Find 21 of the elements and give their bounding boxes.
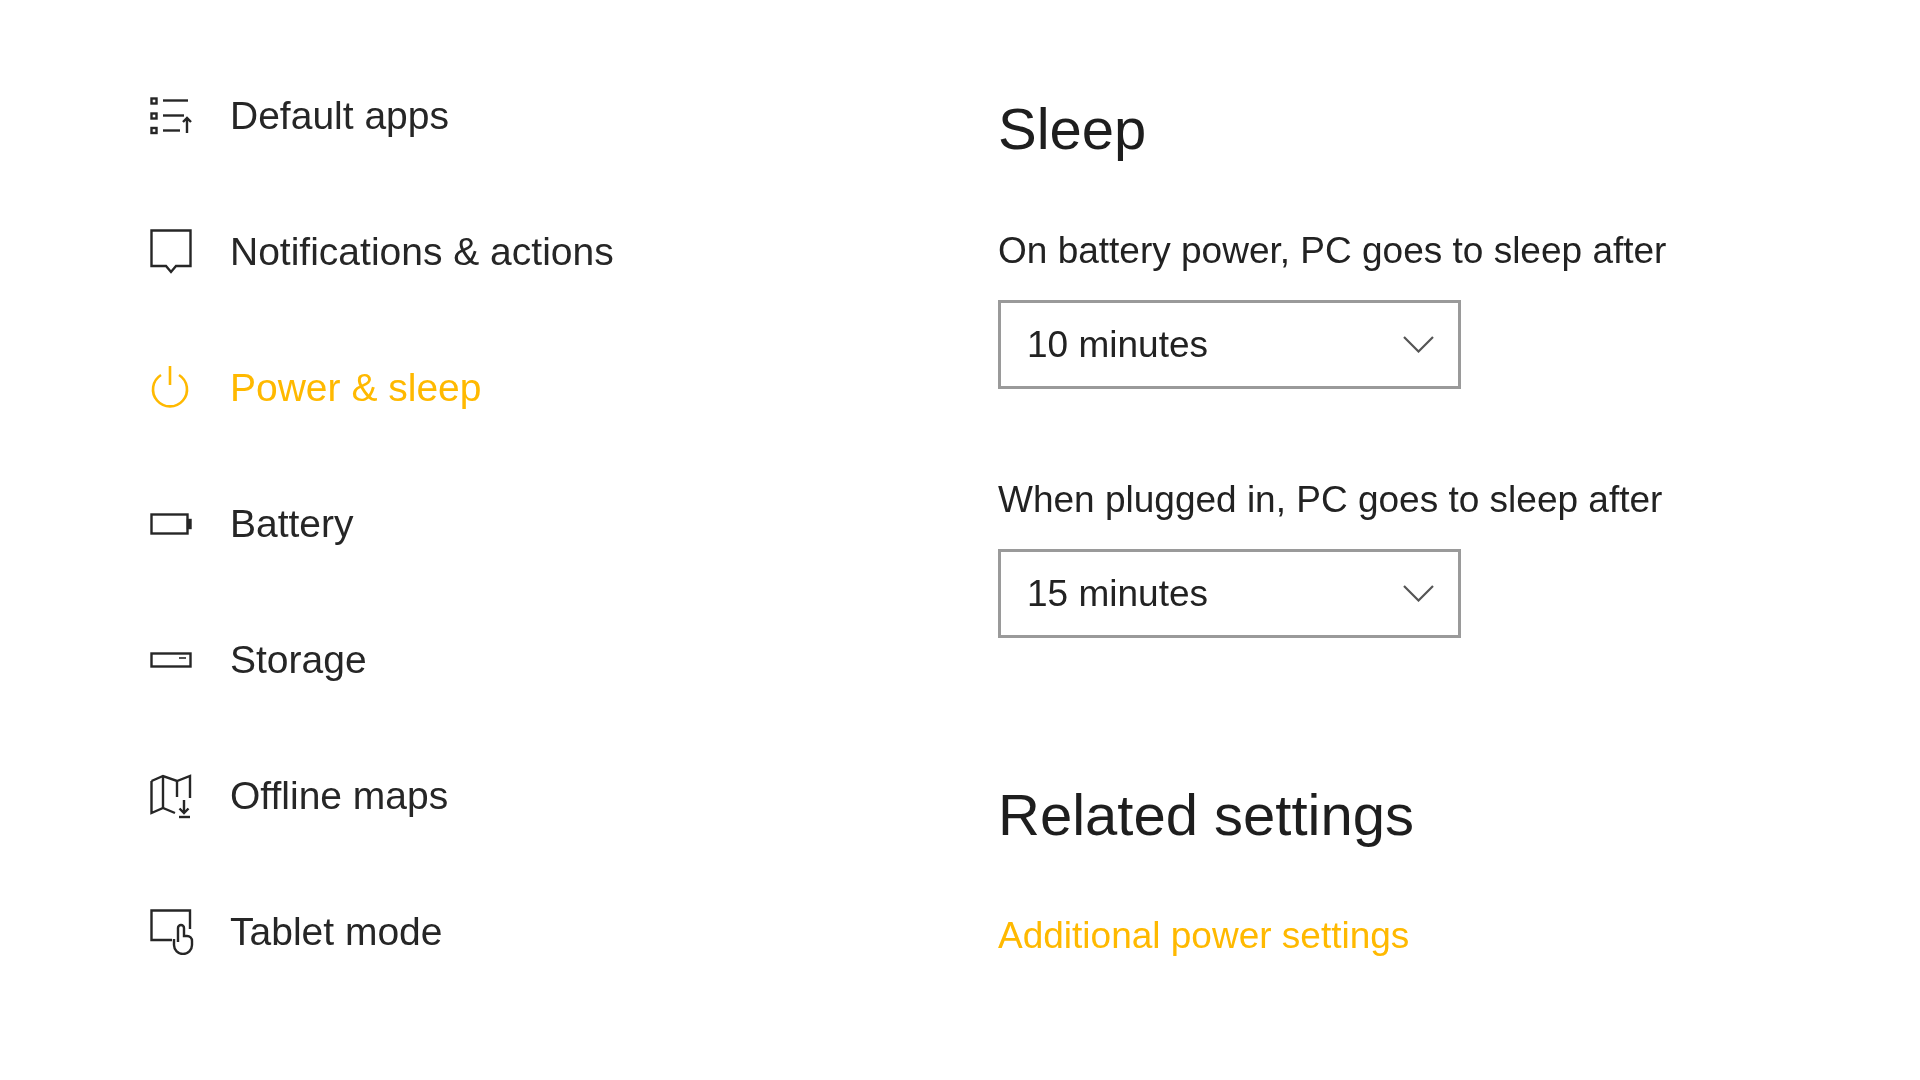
sidebar-item[interactable]: Battery [150, 499, 354, 549]
chevron-down-icon [1403, 336, 1434, 353]
map-download-icon [150, 773, 192, 819]
tablet-touch-icon [150, 909, 194, 955]
sidebar-item[interactable]: Offline maps [150, 771, 449, 821]
dropdown[interactable]: 15 minutes [998, 549, 1461, 638]
drive-icon [150, 652, 192, 668]
power-icon [150, 365, 190, 411]
section-heading: Sleep [998, 95, 1147, 163]
speech-bubble-icon [150, 229, 192, 275]
list-icon [150, 97, 192, 135]
setting-label: When plugged in, PC goes to sleep after [998, 478, 1663, 522]
sidebar-item[interactable]: Storage [150, 635, 367, 685]
sidebar-item[interactable]: Notifications & actions [150, 227, 614, 277]
sidebar-item[interactable]: Default apps [150, 91, 449, 141]
battery-icon [150, 513, 192, 535]
setting-label: On battery power, PC goes to sleep after [998, 229, 1667, 273]
chevron-down-icon [1403, 585, 1434, 602]
section-heading: Related settings [998, 781, 1414, 849]
dropdown[interactable]: 10 minutes [998, 300, 1461, 389]
sidebar-item[interactable]: Tablet mode [150, 907, 443, 957]
